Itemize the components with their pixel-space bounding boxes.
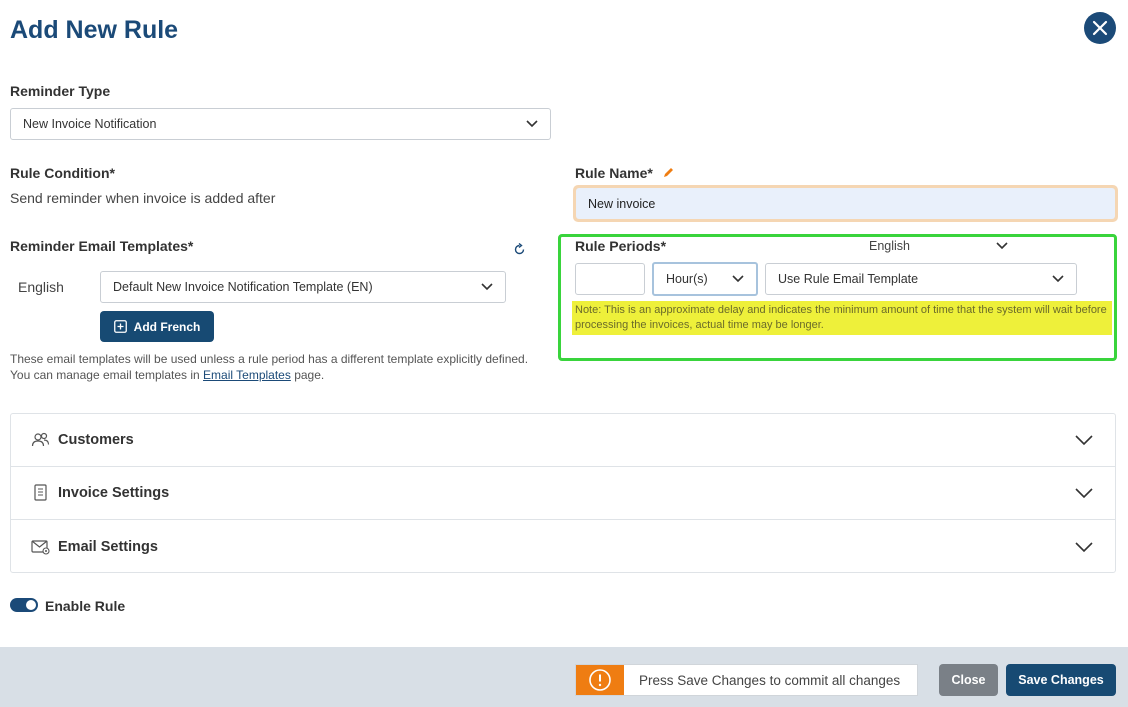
plus-square-icon	[113, 320, 127, 333]
pencil-icon[interactable]	[662, 166, 675, 179]
email-settings-icon	[31, 539, 50, 555]
info-text: Press Save Changes to commit all changes	[639, 673, 901, 688]
rule-periods-language-select[interactable]: English	[869, 239, 910, 253]
add-french-button[interactable]: Add French	[100, 311, 214, 342]
chevron-down-icon	[1075, 488, 1093, 499]
unit-select[interactable]: Hour(s)	[652, 262, 758, 296]
chevron-down-icon	[481, 283, 493, 291]
period-template-value: Use Rule Email Template	[778, 272, 919, 286]
email-templates-link[interactable]: Email Templates	[203, 368, 291, 382]
enable-rule-toggle[interactable]	[10, 598, 38, 612]
info-message: Press Save Changes to commit all changes	[575, 664, 918, 696]
info-icon	[589, 669, 611, 691]
unit-value: Hour(s)	[666, 272, 708, 286]
chevron-down-icon[interactable]	[996, 241, 1008, 251]
section-label: Invoice Settings	[58, 485, 170, 501]
rule-periods-note: Note: This is an approximate delay and i…	[572, 301, 1112, 335]
close-icon[interactable]	[1084, 12, 1116, 44]
document-icon	[34, 484, 47, 501]
page-title: Add New Rule	[10, 16, 179, 44]
section-label: Customers	[58, 432, 134, 448]
rule-name-input[interactable]: New invoice	[576, 188, 1115, 219]
template-language-label: English	[18, 279, 64, 295]
help-suffix: page.	[294, 368, 325, 382]
reminder-type-value: New Invoice Notification	[23, 117, 157, 131]
rule-name-label: Rule Name*	[575, 165, 653, 181]
toggle-knob	[26, 600, 36, 610]
close-button[interactable]: Close	[939, 664, 998, 696]
users-icon	[31, 432, 50, 447]
refresh-icon[interactable]	[513, 243, 526, 256]
section-email-settings[interactable]: Email Settings	[11, 520, 1115, 573]
chevron-down-icon	[526, 120, 538, 128]
add-french-label: Add French	[133, 319, 201, 334]
delay-input[interactable]	[575, 263, 645, 295]
section-invoice-settings[interactable]: Invoice Settings	[11, 467, 1115, 520]
chevron-down-icon	[1075, 435, 1093, 446]
rule-condition-label: Rule Condition*	[10, 165, 115, 181]
chevron-down-icon	[1075, 541, 1093, 552]
email-template-value: Default New Invoice Notification Templat…	[113, 280, 373, 294]
email-templates-help: These email templates will be used unles…	[10, 351, 530, 383]
info-icon-container	[576, 665, 624, 695]
chevron-down-icon	[1052, 275, 1064, 283]
period-template-select[interactable]: Use Rule Email Template	[765, 263, 1077, 295]
rule-periods-language: English	[869, 239, 910, 253]
section-label: Email Settings	[58, 538, 158, 555]
save-changes-button[interactable]: Save Changes	[1006, 664, 1116, 696]
reminder-type-label: Reminder Type	[10, 83, 111, 99]
rule-periods-label: Rule Periods*	[575, 238, 667, 254]
section-customers[interactable]: Customers	[11, 414, 1115, 467]
settings-accordion: Customers Invoice Settings Email Setting…	[10, 413, 1116, 573]
rule-condition-text: Send reminder when invoice is added afte…	[10, 190, 276, 206]
enable-rule-label: Enable Rule	[45, 598, 126, 614]
rule-name-field-wrapper: New invoice	[573, 185, 1118, 222]
email-template-select[interactable]: Default New Invoice Notification Templat…	[100, 271, 506, 303]
email-templates-label: Reminder Email Templates*	[10, 238, 194, 254]
reminder-type-select[interactable]: New Invoice Notification	[10, 108, 551, 140]
chevron-down-icon	[732, 275, 744, 283]
